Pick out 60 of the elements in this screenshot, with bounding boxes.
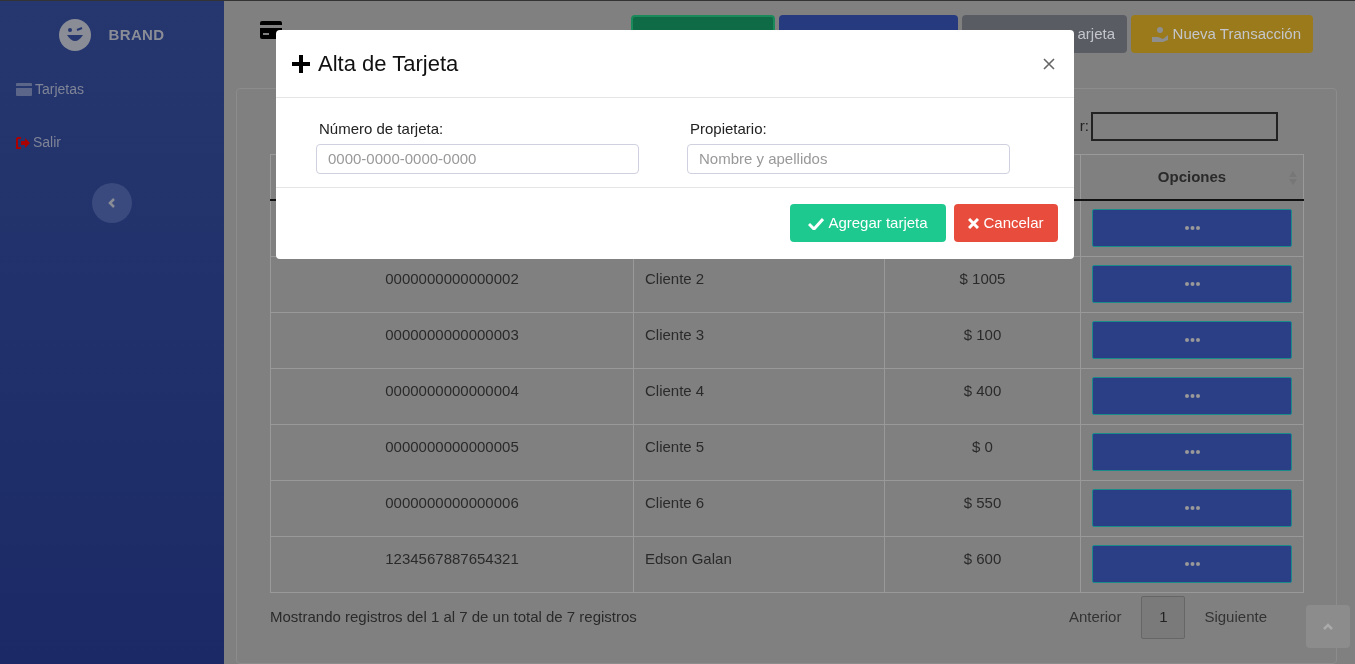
table-cell: 1234567887654321 <box>270 536 634 593</box>
options-button[interactable] <box>1092 209 1292 248</box>
sidebar-item[interactable]: Tarjetas <box>16 79 224 100</box>
ellipsis-icon <box>1184 226 1200 231</box>
table-cell: $ 600 <box>884 536 1081 593</box>
ellipsis-icon <box>1184 450 1200 455</box>
smiley-icon <box>59 19 92 51</box>
plus-icon <box>291 53 311 74</box>
options-button[interactable] <box>1092 545 1292 584</box>
table-cell: Cliente 4 <box>633 368 885 425</box>
options-button[interactable] <box>1092 265 1292 304</box>
chevron-left-icon <box>108 198 116 208</box>
dialog-title: Alta de Tarjeta <box>318 50 459 78</box>
records-info: Mostrando registros del 1 al 7 de un total de 7 registros <box>270 606 637 627</box>
page-button[interactable]: 1 <box>1141 595 1186 639</box>
dialog-button[interactable]: Agregar tarjeta <box>790 204 946 242</box>
ellipsis-icon <box>1184 506 1200 511</box>
table-cell: 0000000000000003 <box>270 312 634 369</box>
close-icon <box>1043 57 1055 70</box>
ellipsis-icon <box>1184 394 1200 399</box>
close-icon <box>968 217 980 229</box>
table-cell: 0000000000000004 <box>270 368 634 425</box>
sidebar-item[interactable]: Salir <box>16 132 224 153</box>
options-button[interactable] <box>1092 321 1292 360</box>
chevron-up-icon <box>1323 623 1333 630</box>
dialog-button[interactable]: Cancelar <box>954 204 1058 242</box>
table-cell: Cliente 5 <box>633 424 885 481</box>
table-cell: 0000000000000006 <box>270 480 634 537</box>
field-label: Número de tarjeta: <box>319 119 445 139</box>
table-cell: Cliente 6 <box>633 480 885 537</box>
table-cell: Cliente 3 <box>633 312 885 369</box>
collapse-button[interactable] <box>92 183 132 223</box>
ellipsis-icon <box>1184 282 1200 287</box>
credit-card-icon <box>16 83 32 96</box>
table-cell: $ 100 <box>884 312 1081 369</box>
column-header[interactable]: Opciones <box>1080 154 1304 201</box>
search-label: r: <box>1079 115 1089 136</box>
options-button[interactable] <box>1092 377 1292 416</box>
check-icon <box>808 216 825 230</box>
previous-link[interactable]: Anterior <box>1068 605 1122 629</box>
table-cell: $ 550 <box>884 480 1081 537</box>
table-cell: Edson Galan <box>633 536 885 593</box>
close-button[interactable] <box>1042 56 1056 71</box>
input-field[interactable]: Nombre y apellidos <box>687 143 1010 174</box>
ellipsis-icon <box>1184 562 1200 567</box>
hand-icon <box>1150 26 1169 42</box>
next-link[interactable]: Siguiente <box>1204 605 1267 629</box>
table-cell: 0000000000000005 <box>270 424 634 481</box>
options-button[interactable] <box>1092 433 1292 472</box>
exit-icon <box>16 136 30 149</box>
input-field[interactable]: 0000-0000-0000-0000 <box>316 143 639 174</box>
header-button[interactable]: Nueva Transacción <box>1131 15 1313 53</box>
search-field[interactable] <box>1091 111 1278 141</box>
credit-card-icon <box>260 19 282 41</box>
options-button[interactable] <box>1092 489 1292 528</box>
field-label: Propietario: <box>690 119 768 139</box>
table-cell: $ 0 <box>884 424 1081 481</box>
table-cell: $ 400 <box>884 368 1081 425</box>
ellipsis-icon <box>1184 338 1200 343</box>
brand-name: BRAND <box>108 24 165 45</box>
